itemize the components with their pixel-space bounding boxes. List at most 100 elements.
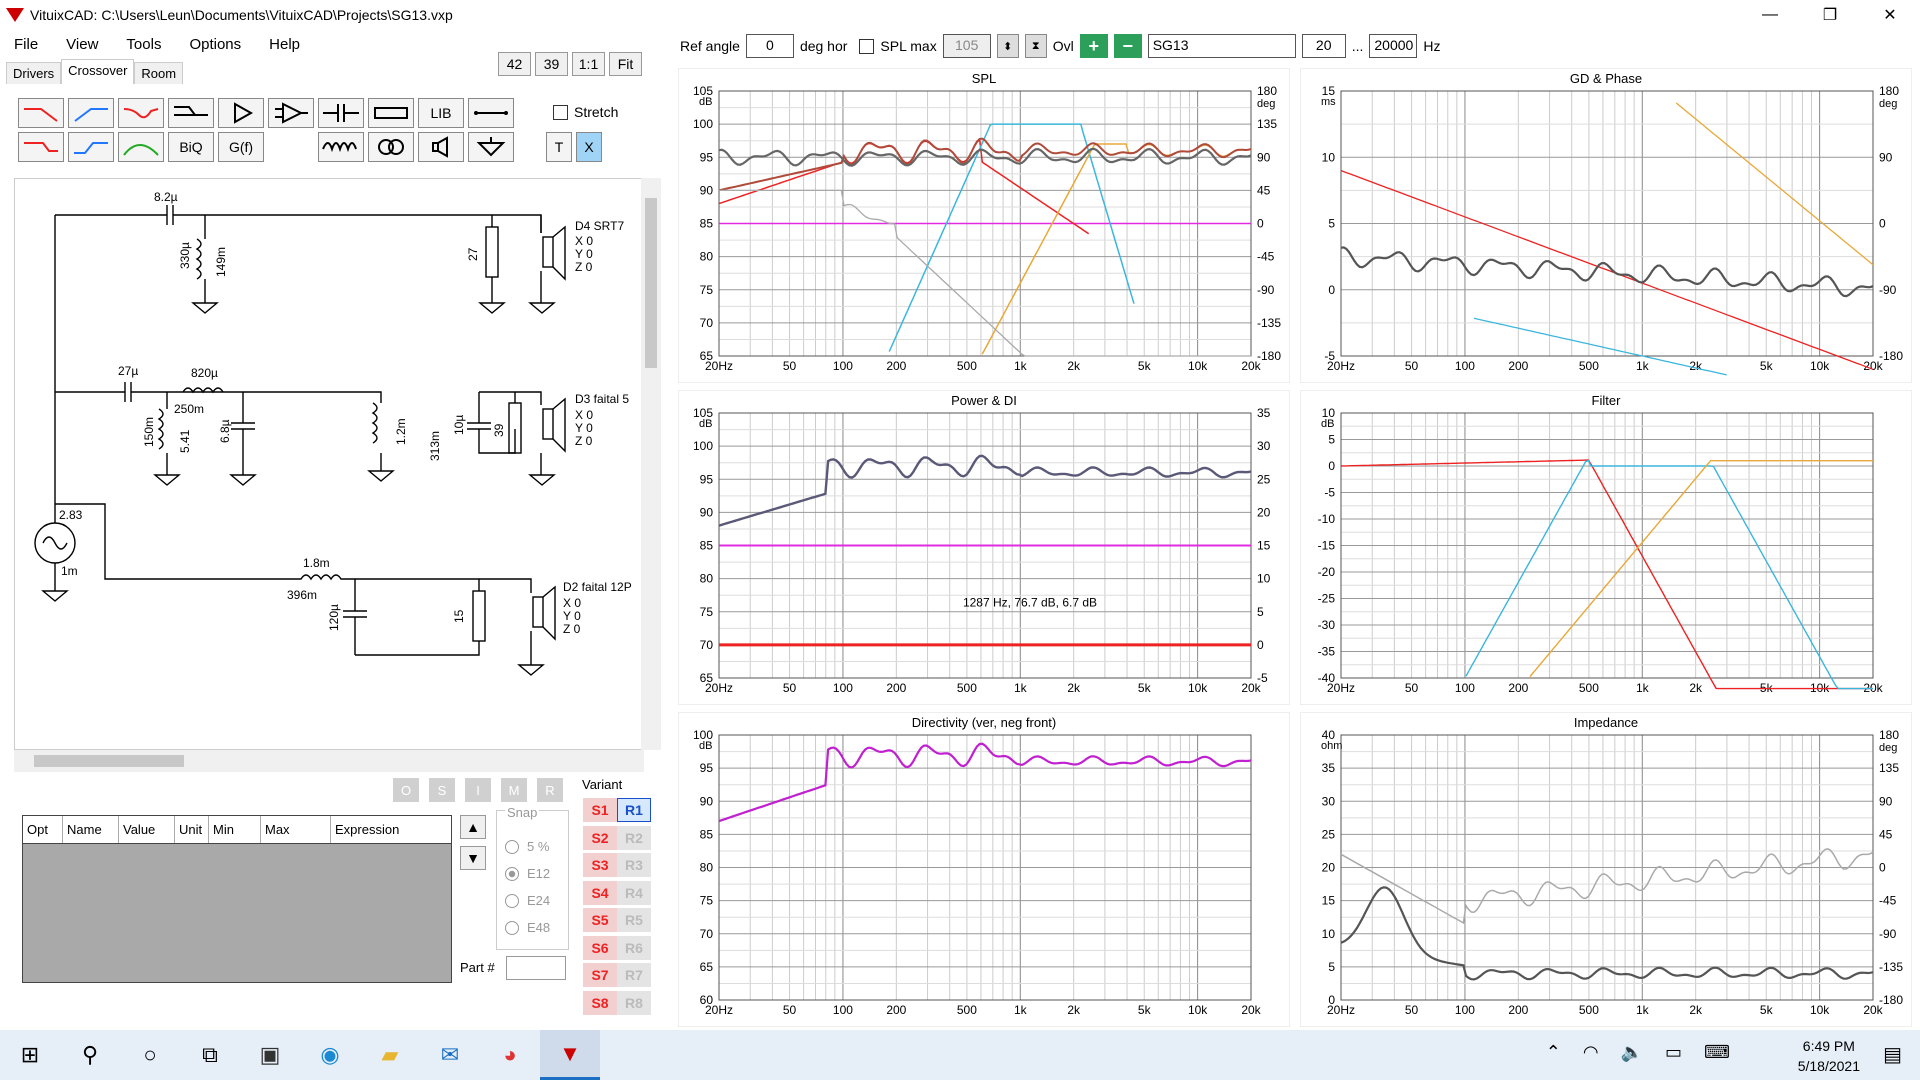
- variant-r7-button[interactable]: R7: [617, 963, 651, 987]
- variant-r2-button[interactable]: R2: [617, 825, 651, 850]
- search-button[interactable]: ⚲: [60, 1030, 120, 1080]
- chevron-up-icon[interactable]: ⌃: [1546, 1042, 1561, 1063]
- variant-r8-button[interactable]: R8: [617, 990, 651, 1015]
- variant-s2-button[interactable]: S2: [583, 825, 617, 850]
- shelf-button[interactable]: [168, 98, 214, 128]
- optimizer-s-button[interactable]: S: [429, 778, 455, 802]
- col-min[interactable]: Min: [209, 816, 261, 843]
- schematic-horizontal-scrollbar[interactable]: [14, 750, 644, 772]
- bandpass-button[interactable]: [118, 132, 164, 162]
- part-number-input[interactable]: [506, 956, 566, 980]
- parameter-table[interactable]: Opt Name Value Unit Min Max Expression: [22, 815, 452, 983]
- ref-angle-input[interactable]: 0: [745, 34, 794, 58]
- capacitor-button[interactable]: [318, 98, 364, 128]
- transfer-function-button[interactable]: G(f): [218, 132, 264, 162]
- tab-room[interactable]: Room: [134, 62, 184, 84]
- notch-button[interactable]: [118, 98, 164, 128]
- optimizer-o-button[interactable]: O: [393, 778, 419, 802]
- plot-spl[interactable]: SPL 105 100 95 90 85 80 75 70 65 180 135 90 45 0 -45 -90…: [678, 68, 1290, 383]
- move-up-button[interactable]: ▲: [460, 815, 486, 839]
- col-value[interactable]: Value: [119, 816, 175, 843]
- col-opt[interactable]: Opt: [23, 816, 63, 843]
- variant-s7-button[interactable]: S7: [583, 963, 617, 987]
- snap-option-e24[interactable]: E24: [505, 893, 550, 908]
- plot-dir[interactable]: Directivity (ver, neg front) 100 95 90 85 80 7…: [678, 712, 1290, 1027]
- add-overlay-button[interactable]: +: [1079, 34, 1108, 58]
- tab-crossover[interactable]: Crossover: [61, 59, 135, 84]
- overlay-name-input[interactable]: SG13: [1147, 34, 1296, 58]
- lowpass-1-button[interactable]: [18, 98, 64, 128]
- highpass-2-button[interactable]: [68, 132, 114, 162]
- vituixcad-taskbar-button[interactable]: ▼: [540, 1030, 600, 1080]
- start-button[interactable]: ⊞: [0, 1030, 60, 1080]
- zoom-42-button[interactable]: 42: [498, 52, 531, 76]
- resistor-button[interactable]: [368, 98, 414, 128]
- explorer-button[interactable]: ▰: [360, 1030, 420, 1080]
- zoom-39-button[interactable]: 39: [535, 52, 568, 76]
- stretch-checkbox[interactable]: [553, 104, 568, 120]
- tab-drivers[interactable]: Drivers: [6, 62, 62, 84]
- zoom-fit-button[interactable]: Fit: [609, 52, 642, 76]
- zoom-1to1-button[interactable]: 1:1: [572, 52, 605, 76]
- col-expression[interactable]: Expression: [331, 816, 451, 843]
- edge-button[interactable]: ◉: [300, 1030, 360, 1080]
- battery-icon[interactable]: ▭: [1665, 1042, 1682, 1063]
- variant-r5-button[interactable]: R5: [617, 908, 651, 932]
- ground-button[interactable]: [468, 132, 514, 162]
- variant-r6-button[interactable]: R6: [617, 935, 651, 960]
- plot-filter[interactable]: Filter 10 5 0 -5 -10 -15 -20 -25 -30 -35 -40 dB 20Hz 5…: [1300, 390, 1912, 705]
- schematic-canvas[interactable]: 8.2µ 330µ 149m 27 D4 SRT7 X 0 Y 0 Z 0 27…: [14, 178, 644, 750]
- optimizer-m-button[interactable]: M: [501, 778, 527, 802]
- snap-option-e12[interactable]: E12: [505, 866, 550, 881]
- variant-s8-button[interactable]: S8: [583, 990, 617, 1015]
- keyboard-icon[interactable]: ⌨: [1704, 1042, 1730, 1063]
- col-name[interactable]: Name: [63, 816, 119, 843]
- menu-options[interactable]: Options: [175, 36, 255, 53]
- variant-r1-button[interactable]: R1: [617, 798, 651, 822]
- volume-icon[interactable]: 🔈: [1621, 1042, 1643, 1063]
- mail-button[interactable]: ✉: [420, 1030, 480, 1080]
- col-unit[interactable]: Unit: [175, 816, 209, 843]
- freq-max-input[interactable]: 20000: [1369, 34, 1418, 58]
- opamp-button[interactable]: [268, 98, 314, 128]
- library-button[interactable]: LIB: [418, 98, 464, 128]
- maximize-button[interactable]: ❐: [1800, 0, 1860, 30]
- stretch-option[interactable]: Stretch: [553, 104, 618, 120]
- scrollbar-thumb[interactable]: [34, 755, 184, 767]
- inductor-button[interactable]: [318, 132, 364, 162]
- snap-option-e48[interactable]: E48: [505, 920, 550, 935]
- chrome-button[interactable]: ◕: [480, 1030, 540, 1080]
- lowpass-2-button[interactable]: [18, 132, 64, 162]
- variant-s4-button[interactable]: S4: [583, 880, 617, 905]
- snap-option-5[interactable]: 5 %: [505, 839, 549, 854]
- notification-icon[interactable]: ▤: [1883, 1042, 1902, 1067]
- variant-s5-button[interactable]: S5: [583, 908, 617, 932]
- variant-r3-button[interactable]: R3: [617, 853, 651, 877]
- transformer-button[interactable]: [368, 132, 414, 162]
- variant-s3-button[interactable]: S3: [583, 853, 617, 877]
- menu-view[interactable]: View: [52, 36, 112, 53]
- minimize-button[interactable]: —: [1740, 0, 1800, 30]
- variant-r4-button[interactable]: R4: [617, 880, 651, 905]
- cortana-button[interactable]: ○: [120, 1030, 180, 1080]
- optimizer-r-button[interactable]: R: [537, 778, 563, 802]
- plot-imp[interactable]: Impedance 40 35 30 25 20 15 10 5 0 180 135 90 45 0 -45-…: [1300, 712, 1912, 1027]
- variant-s1-button[interactable]: S1: [583, 798, 617, 822]
- text-button[interactable]: T: [546, 132, 572, 162]
- freq-min-input[interactable]: 20: [1301, 34, 1346, 58]
- driver-button[interactable]: [418, 132, 464, 162]
- plot-gd[interactable]: GD & Phase 15 10 5 0 -5 180 90 0 -90 -180 ms deg 20Hz…: [1300, 68, 1912, 383]
- wire-button[interactable]: [468, 98, 514, 128]
- fit-vertical-button[interactable]: ⧗: [1024, 34, 1047, 58]
- highpass-1-button[interactable]: [68, 98, 114, 128]
- menu-file[interactable]: File: [0, 36, 52, 53]
- store-button[interactable]: ▣: [240, 1030, 300, 1080]
- menu-help[interactable]: Help: [255, 36, 314, 53]
- col-max[interactable]: Max: [261, 816, 331, 843]
- task-view-button[interactable]: ⧉: [180, 1030, 240, 1080]
- menu-tools[interactable]: Tools: [112, 36, 175, 53]
- spl-max-input[interactable]: 105: [942, 34, 991, 58]
- move-down-button[interactable]: ▼: [460, 846, 486, 870]
- variant-s6-button[interactable]: S6: [583, 935, 617, 960]
- biquad-button[interactable]: BiQ: [168, 132, 214, 162]
